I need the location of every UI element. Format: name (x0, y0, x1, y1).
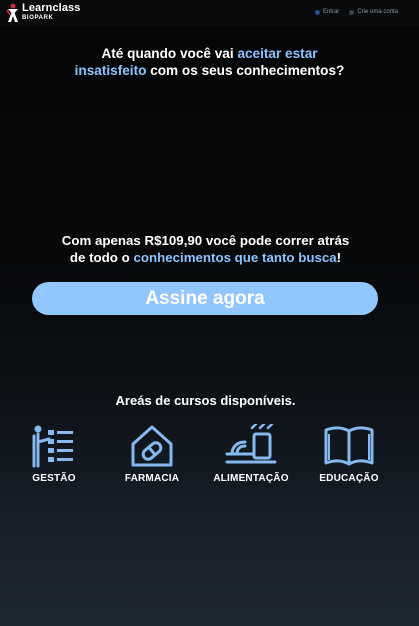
offer-text-part: ! (336, 250, 342, 265)
subscribe-button[interactable]: Assine agora (32, 282, 378, 315)
top-bar: Learnclass BIOPARK Entrar Crie uma conta (0, 0, 419, 26)
pharmacy-icon (131, 425, 173, 467)
brand-name: Learnclass (22, 2, 81, 14)
offer-line-1: Com apenas R$109,90 você pode correr atr… (61, 233, 350, 248)
headline-text: Até quando você vai (101, 46, 238, 61)
signup-label: Crie uma conta (357, 9, 398, 15)
logo[interactable]: Learnclass BIOPARK (6, 3, 80, 23)
headline-line-2: insatisfeito com os seus conhecimentos? (0, 62, 419, 79)
login-icon (314, 9, 320, 15)
signup-link[interactable]: Crie uma conta (349, 9, 398, 15)
offer-text-part: de todo o (69, 250, 134, 265)
offer-line-2: de todo o conhecimentos que tanto busca! (0, 249, 411, 266)
area-label: ALIMENTAÇÃO (213, 473, 289, 484)
area-label: EDUCAÇÃO (319, 473, 379, 484)
logo-mark-icon (6, 3, 18, 22)
area-label: FARMACIA (124, 473, 180, 484)
login-label: Entrar (322, 9, 340, 15)
headline-line-1: Até quando você vai aceitar estar (0, 45, 419, 62)
headline-highlight: aceitar estar (237, 46, 318, 61)
areas-title: Areás de cursos disponíveis. (115, 393, 296, 408)
headline-highlight: insatisfeito (74, 63, 147, 78)
area-gestao[interactable]: GESTÃO (9, 424, 99, 484)
offer-highlight: conhecimentos que tanto busca (133, 250, 337, 265)
area-farmacia[interactable]: FARMACIA (107, 424, 197, 484)
top-links: Entrar Crie uma conta (305, 9, 398, 15)
area-educacao[interactable]: EDUCAÇÃO (304, 424, 394, 484)
signup-icon (349, 9, 355, 15)
headline-text: com os seus conhecimentos? (146, 63, 345, 78)
management-icon (32, 425, 73, 468)
hero-headline: Até quando você vai aceitar estar insati… (0, 45, 419, 79)
brand-sub: BIOPARK (22, 15, 54, 21)
book-icon (324, 426, 374, 466)
login-link[interactable]: Entrar (314, 9, 340, 15)
food-icon (225, 424, 277, 464)
area-label: GESTÃO (32, 473, 76, 484)
area-alimentacao[interactable]: ALIMENTAÇÃO (206, 424, 296, 484)
offer-text: Com apenas R$109,90 você pode correr atr… (0, 232, 411, 266)
